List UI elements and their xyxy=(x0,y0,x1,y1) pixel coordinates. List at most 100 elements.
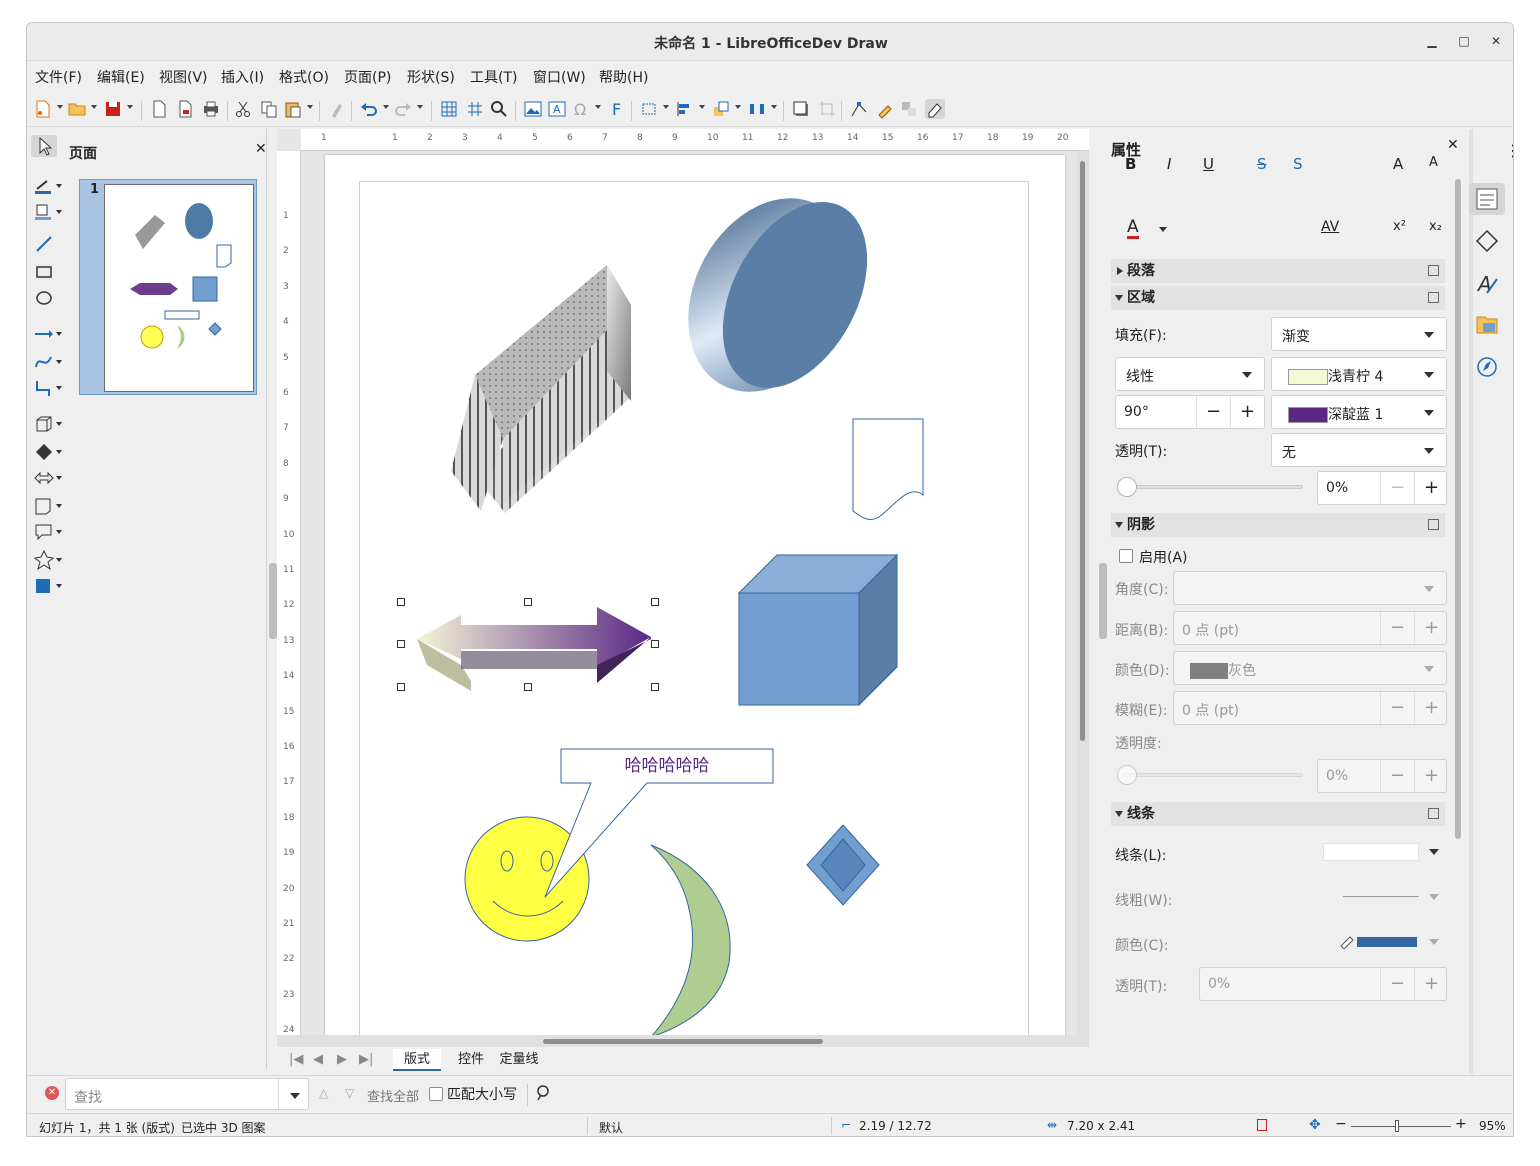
gallery-deck-icon[interactable] xyxy=(1469,309,1505,341)
line-transparency-spinner[interactable]: 0% − + xyxy=(1199,967,1447,1001)
align-icon[interactable] xyxy=(675,99,695,119)
callouts-icon[interactable] xyxy=(31,521,65,543)
selection-handle[interactable] xyxy=(651,683,659,691)
selection-handle[interactable] xyxy=(651,598,659,606)
increase-font-icon[interactable]: A xyxy=(1393,155,1403,173)
font-color-icon[interactable]: A xyxy=(1127,219,1139,239)
find-all-button[interactable]: 查找全部 xyxy=(367,1086,419,1105)
distribute-icon[interactable] xyxy=(747,99,767,119)
flowchart-icon[interactable] xyxy=(31,495,65,517)
decrease-font-icon[interactable]: A xyxy=(1429,155,1438,170)
fill-type-dropdown[interactable]: 渐变 xyxy=(1271,317,1447,351)
shadow-transparency-slider-knob[interactable] xyxy=(1117,765,1137,785)
clone-formatting-icon[interactable] xyxy=(327,99,347,119)
draw-functions-icon[interactable] xyxy=(925,99,945,119)
line-width-dropdown-icon[interactable] xyxy=(1429,894,1439,900)
shadow-icon[interactable] xyxy=(791,99,811,119)
line-style-dropdown-icon[interactable] xyxy=(1429,849,1439,855)
print-icon[interactable] xyxy=(201,99,221,119)
fill-color-icon[interactable] xyxy=(31,201,65,223)
find-history-dropdown-icon[interactable] xyxy=(290,1093,300,1099)
decrease-icon[interactable]: − xyxy=(1380,472,1414,504)
maximize-icon[interactable]: □ xyxy=(1455,32,1473,50)
area-transparency-spinner[interactable]: 0% − + xyxy=(1317,471,1447,505)
copy-icon[interactable] xyxy=(259,99,279,119)
crop-icon[interactable] xyxy=(817,99,837,119)
area-transparency-slider-knob[interactable] xyxy=(1117,477,1137,497)
shadow-distance-spinner[interactable]: 0 点 (pt) − + xyxy=(1173,611,1447,645)
increase-icon[interactable]: + xyxy=(1230,396,1264,428)
line-color-swatch[interactable] xyxy=(1357,937,1417,947)
increase-icon[interactable]: + xyxy=(1414,968,1448,1000)
shadow-color-dropdown[interactable]: 灰色 xyxy=(1173,651,1447,685)
find-replace-icon[interactable] xyxy=(535,1084,553,1102)
shape-bevel-diamond[interactable] xyxy=(806,824,880,906)
selection-handle[interactable] xyxy=(524,683,532,691)
navigator-deck-icon[interactable] xyxy=(1469,351,1505,383)
helplines-icon[interactable] xyxy=(465,99,485,119)
stars-icon[interactable] xyxy=(31,549,65,571)
section-paragraph[interactable]: 段落 xyxy=(1111,259,1445,283)
shadow-transparency-slider[interactable] xyxy=(1123,773,1303,777)
find-previous-icon[interactable]: △ xyxy=(319,1086,328,1100)
increase-icon[interactable]: + xyxy=(1414,692,1448,724)
character-spacing-icon[interactable]: AV xyxy=(1321,219,1339,235)
menu-tools[interactable]: 工具(T) xyxy=(470,67,517,87)
area-transparency-slider[interactable] xyxy=(1123,485,1303,489)
shape-3d-slab[interactable] xyxy=(451,265,631,513)
document-modified-icon[interactable] xyxy=(1257,1119,1267,1131)
shape-3d-arrow[interactable] xyxy=(417,607,651,691)
underline-icon[interactable]: U xyxy=(1203,155,1214,173)
increase-icon[interactable]: + xyxy=(1414,472,1448,504)
shape-document[interactable] xyxy=(852,418,924,520)
properties-deck-icon[interactable] xyxy=(1469,183,1505,215)
pages-panel-close-icon[interactable]: ✕ xyxy=(255,141,267,157)
zoom-slider-knob[interactable] xyxy=(1395,1120,1399,1132)
cut-icon[interactable] xyxy=(233,99,253,119)
selection-handle[interactable] xyxy=(397,640,405,648)
export-icon[interactable] xyxy=(149,99,169,119)
status-zoom[interactable]: 95% xyxy=(1479,1119,1506,1133)
menu-view[interactable]: 视图(V) xyxy=(159,67,208,87)
tab-controls[interactable]: 控件 xyxy=(451,1049,491,1071)
fontwork-icon[interactable]: F xyxy=(607,99,627,119)
sidebar-scrollbar[interactable] xyxy=(1455,179,1461,839)
tab-dimension-lines[interactable]: 定量线 xyxy=(497,1049,541,1071)
shapes-deck-icon[interactable] xyxy=(1469,225,1505,257)
section-line[interactable]: 线条 xyxy=(1111,802,1445,826)
subscript-icon[interactable]: x₂ xyxy=(1429,219,1442,234)
3d-objects-icon[interactable] xyxy=(31,413,65,435)
tab-layout[interactable]: 版式 xyxy=(393,1049,441,1071)
decrease-icon[interactable]: − xyxy=(1380,612,1414,644)
menu-format[interactable]: 格式(O) xyxy=(279,67,329,87)
fit-page-icon[interactable]: ✥ xyxy=(1309,1117,1321,1133)
transformations-icon[interactable] xyxy=(639,99,659,119)
sidebar-menu-icon[interactable]: ⋮ xyxy=(1505,141,1513,160)
horizontal-scrollbar-thumb[interactable] xyxy=(543,1039,823,1044)
zoom-icon[interactable] xyxy=(489,99,509,119)
shape-3d-cylinder[interactable] xyxy=(656,170,897,421)
decrease-icon[interactable]: − xyxy=(1380,692,1414,724)
zoom-slider[interactable] xyxy=(1351,1126,1451,1127)
export-pdf-icon[interactable] xyxy=(175,99,195,119)
close-find-icon[interactable]: ✕ xyxy=(45,1086,59,1100)
save-icon[interactable] xyxy=(103,99,123,119)
callout-text[interactable]: 哈哈哈哈哈 xyxy=(561,751,773,781)
menu-window[interactable]: 窗口(W) xyxy=(533,67,586,87)
shadow-angle-dropdown[interactable] xyxy=(1173,571,1447,605)
next-tab-icon[interactable]: ▶ xyxy=(337,1052,347,1067)
block-arrows-icon[interactable] xyxy=(31,467,65,489)
menu-edit[interactable]: 编辑(E) xyxy=(97,67,145,87)
grid-icon[interactable] xyxy=(439,99,459,119)
italic-icon[interactable]: I xyxy=(1167,155,1171,173)
minimize-icon[interactable]: ▁ xyxy=(1423,32,1441,50)
styles-deck-icon[interactable]: A xyxy=(1469,267,1505,299)
first-tab-icon[interactable]: |◀ xyxy=(289,1052,303,1067)
superscript-icon[interactable]: x² xyxy=(1393,219,1406,234)
line-width-preview[interactable] xyxy=(1343,896,1419,897)
sidebar-collapse-handle[interactable] xyxy=(1099,563,1107,639)
gradient-from-color-dropdown[interactable]: 浅青柠 4 xyxy=(1271,357,1447,391)
selection-handle[interactable] xyxy=(651,640,659,648)
decrease-icon[interactable]: − xyxy=(1380,760,1414,792)
pages-panel-collapse-handle[interactable] xyxy=(269,563,277,639)
